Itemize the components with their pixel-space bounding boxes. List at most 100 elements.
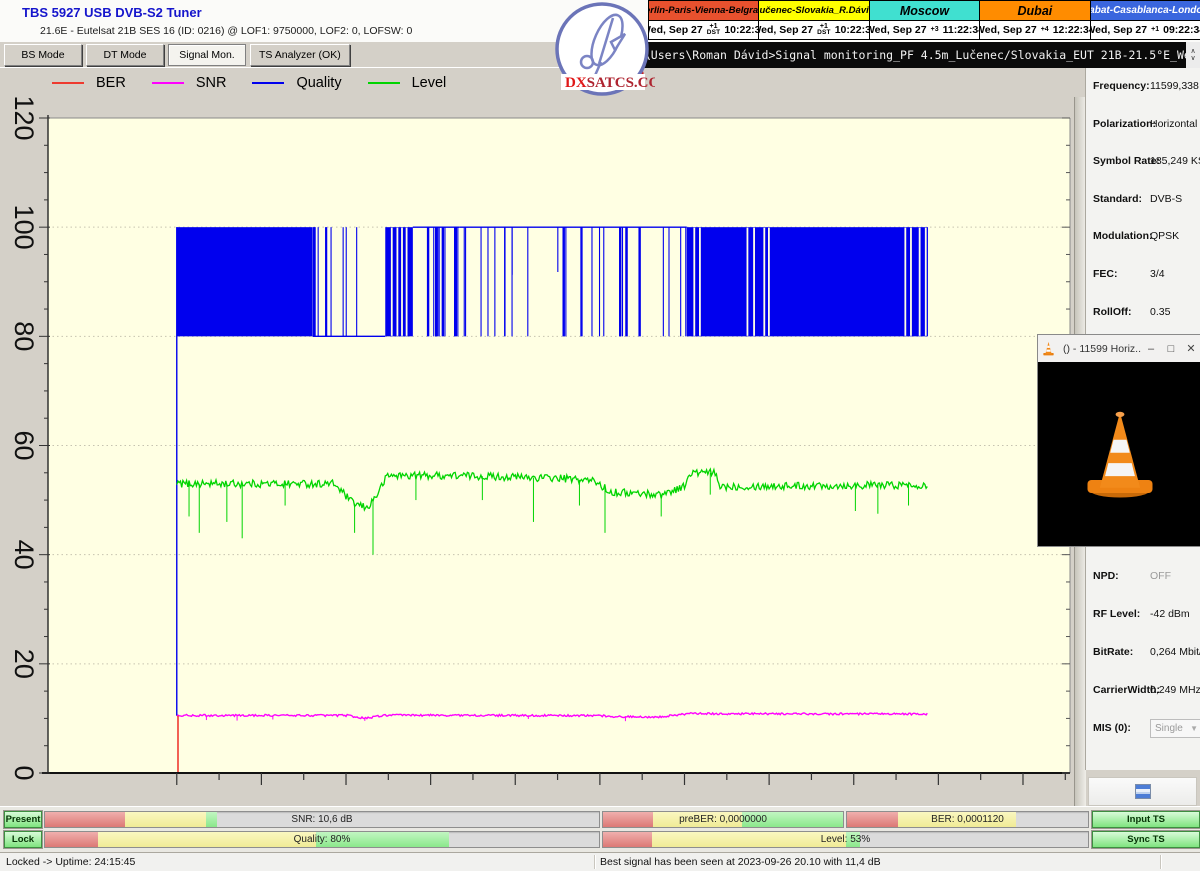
quality-meter: Quality: 80% xyxy=(44,831,600,848)
clock-time-berlin-paris-vienna-belgrade: Wed, Sep 27+1DST10:22:34 xyxy=(649,20,759,40)
param-mis: MIS (0): Single▼ xyxy=(1086,722,1200,738)
param-bitrate: BitRate: 0,264 Mbit/s xyxy=(1086,646,1200,662)
indicator-input-ts: Input TS xyxy=(1092,811,1200,828)
param-npd: NPD: OFF xyxy=(1086,570,1200,586)
legend-swatch-ber xyxy=(52,82,84,84)
legend-swatch-level xyxy=(368,82,400,84)
vlc-maximize-button[interactable]: □ xyxy=(1161,343,1181,355)
cmd-window-titlebar[interactable]: C:\Users\Roman Dávid>Signal monitoring_P… xyxy=(625,42,1200,68)
param-value: 3/4 xyxy=(1150,268,1165,280)
param-label: Modulation: xyxy=(1093,230,1152,242)
param-label: Standard: xyxy=(1093,193,1142,205)
scroll-down-icon[interactable]: ∨ xyxy=(1190,55,1195,62)
param-value: QPSK xyxy=(1150,230,1179,242)
clock-city-berlin-paris-vienna-belgrade: Berlin-Paris-Vienna-Belgrade xyxy=(649,0,759,20)
clock-city-dubai: Dubai xyxy=(980,0,1090,20)
param-value: -42 dBm xyxy=(1150,608,1190,620)
clock-time-dubai: Wed, Sep 27+412:22:34 xyxy=(980,20,1090,40)
satellite-subtitle: 21.6E - Eutelsat 21B SES 16 (ID: 0216) @… xyxy=(40,25,412,37)
legend-item-ber: BER xyxy=(52,75,126,91)
param-value: 0,264 Mbit/s xyxy=(1150,646,1200,658)
window-title: TBS 5927 USB DVB-S2 Tuner xyxy=(22,5,202,20)
level-meter-label: Level: 53% xyxy=(603,832,1088,847)
param-rf-level: RF Level: -42 dBm xyxy=(1086,608,1200,624)
param-symbol-rate: Symbol Rate:185,249 KS/s xyxy=(1086,155,1200,171)
clock-time-rabat-casablanca-london: Wed, Sep 27+109:22:34 xyxy=(1091,20,1200,40)
vlc-window[interactable]: () - 11599 Horiz... – □ ✕ xyxy=(1037,334,1200,547)
vlc-cone-icon xyxy=(1041,341,1056,356)
param-standard: Standard: DVB-S xyxy=(1086,193,1200,209)
signal-chart: 020406080100120 xyxy=(0,97,1085,806)
snr-meter: SNR: 10,6 dB xyxy=(44,811,600,828)
param-label: RF Level: xyxy=(1093,608,1140,620)
param-rolloff: RollOff: 0.35 xyxy=(1086,306,1200,322)
clock-time-lu-enec-slovakia-r-d-vid: Wed, Sep 27+1DST10:22:34 xyxy=(759,20,869,40)
param-label: FEC: xyxy=(1093,268,1118,280)
lock-uptime-status: Locked -> Uptime: 24:15:45 xyxy=(6,856,135,868)
param-label: Polarization: xyxy=(1093,118,1156,130)
param-label: MIS (0): xyxy=(1093,722,1131,734)
sidebar-layers-button[interactable] xyxy=(1088,777,1197,806)
tab-signal-mon[interactable]: Signal Mon. xyxy=(168,44,246,66)
cmd-scrollbar[interactable]: ∧ ∨ xyxy=(1186,42,1200,68)
param-value: 11599,338 MHz xyxy=(1150,80,1200,92)
indicator-sync-ts: Sync TS xyxy=(1092,831,1200,848)
mis-dropdown[interactable]: Single▼ xyxy=(1150,719,1200,738)
preber-meter: preBER: 0,0000000 xyxy=(602,811,844,828)
y-axis-label: 120 xyxy=(9,97,39,141)
legend-label: Level xyxy=(412,75,447,91)
y-axis-label: 0 xyxy=(9,765,39,780)
tab-bs-mode[interactable]: BS Mode xyxy=(4,44,82,66)
level-meter: Level: 53% xyxy=(602,831,1089,848)
legend-item-snr: SNR xyxy=(152,75,227,91)
indicator-lock: Lock xyxy=(4,831,42,848)
y-axis-label: 40 xyxy=(9,540,39,570)
tab-dt-mode[interactable]: DT Mode xyxy=(86,44,164,66)
vlc-minimize-button[interactable]: – xyxy=(1141,343,1161,355)
chart-legend: BER SNR Quality Level xyxy=(0,69,1137,97)
param-label: NPD: xyxy=(1093,570,1119,582)
legend-label: SNR xyxy=(196,75,227,91)
snr-meter-label: SNR: 10,6 dB xyxy=(45,812,599,827)
ber-meter-label: BER: 0,0001120 xyxy=(847,812,1088,827)
tab-ts-analyzer-ok[interactable]: TS Analyzer (OK) xyxy=(250,44,350,66)
cmd-title-text: C:\Users\Roman Dávid>Signal monitoring_P… xyxy=(625,48,1186,62)
mode-tabs: BS ModeDT ModeSignal Mon.TS Analyzer (OK… xyxy=(0,42,629,68)
best-signal-status: Best signal has been seen at 2023-09-26 … xyxy=(600,856,881,868)
world-clocks: Berlin-Paris-Vienna-BelgradeLučenec-Slov… xyxy=(648,0,1200,40)
y-axis-label: 80 xyxy=(9,321,39,351)
clock-city-rabat-casablanca-london: Rabat-Casablanca-London xyxy=(1091,0,1200,20)
param-label: RollOff: xyxy=(1093,306,1132,318)
legend-label: BER xyxy=(96,75,126,91)
y-axis-label: 20 xyxy=(9,649,39,679)
vlc-close-button[interactable]: ✕ xyxy=(1181,342,1200,355)
param-label: BitRate: xyxy=(1093,646,1133,658)
param-fec: FEC: 3/4 xyxy=(1086,268,1200,284)
statusbar: Locked -> Uptime: 24:15:45 Best signal h… xyxy=(0,852,1200,871)
param-value: 0,249 MHz xyxy=(1150,684,1200,696)
vlc-video-area[interactable] xyxy=(1038,362,1200,546)
vlc-cone-logo xyxy=(1081,408,1159,500)
status-divider xyxy=(594,855,595,869)
y-axis-label: 100 xyxy=(9,205,39,250)
legend-item-level: Level xyxy=(368,75,447,91)
status-divider xyxy=(1160,855,1161,869)
quality-meter-label: Quality: 80% xyxy=(45,832,599,847)
vlc-window-title: () - 11599 Horiz... xyxy=(1059,343,1141,355)
indicator-present: Present xyxy=(4,811,42,828)
legend-label: Quality xyxy=(296,75,341,91)
vlc-titlebar[interactable]: () - 11599 Horiz... – □ ✕ xyxy=(1038,335,1200,362)
legend-item-quality: Quality xyxy=(252,75,341,91)
layers-icon xyxy=(1135,784,1151,799)
logo-stripe-decoration xyxy=(628,65,646,89)
param-value: 0.35 xyxy=(1150,306,1170,318)
legend-swatch-quality xyxy=(252,82,284,84)
param-value: OFF xyxy=(1150,570,1171,582)
param-value: Horizontal xyxy=(1150,118,1197,130)
clock-time-moscow: Wed, Sep 27+311:22:34 xyxy=(870,20,980,40)
param-value: DVB-S xyxy=(1150,193,1182,205)
param-frequency: Frequency:11599,338 MHz xyxy=(1086,80,1200,96)
legend-swatch-snr xyxy=(152,82,184,84)
param-polarization: Polarization:Horizontal xyxy=(1086,118,1200,134)
scroll-up-icon[interactable]: ∧ xyxy=(1190,48,1195,55)
